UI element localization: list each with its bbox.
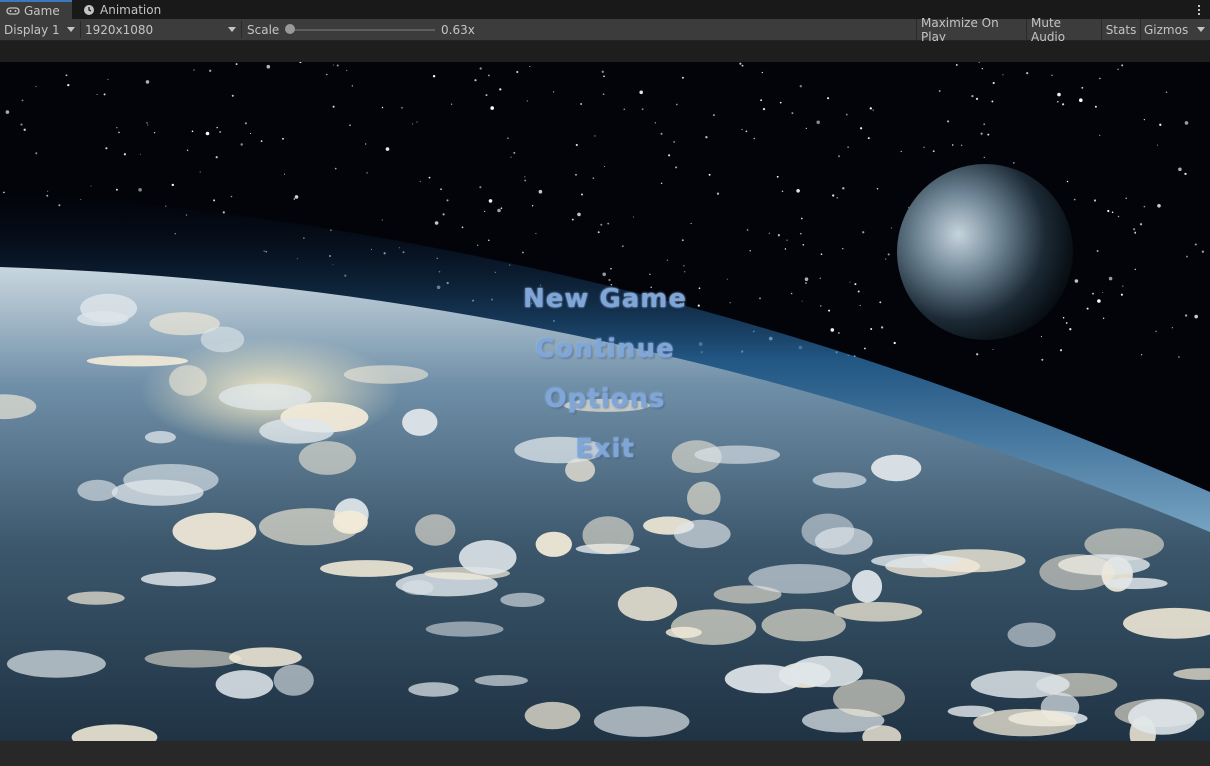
stats-button[interactable]: Stats (1101, 19, 1140, 40)
viewport-letterbox-bottom (0, 741, 1210, 766)
tab-label: Game (24, 3, 60, 18)
tab-label: Animation (100, 2, 162, 17)
resolution-value: 1920x1080 (85, 22, 154, 37)
chevron-down-icon (1197, 27, 1205, 32)
display-dropdown[interactable]: Display 1 (0, 19, 80, 40)
maximize-on-play-button[interactable]: Maximize On Play (916, 16, 1026, 44)
toolbar-divider (241, 21, 242, 38)
scale-value: 0.63x (441, 22, 475, 37)
gamepad-icon (6, 5, 20, 17)
clock-icon (82, 4, 96, 16)
mute-audio-button[interactable]: Mute Audio (1026, 16, 1101, 44)
gizmos-dropdown[interactable]: Gizmos (1140, 19, 1210, 40)
scale-label: Scale (247, 22, 280, 37)
new-game-button[interactable]: New Game (0, 284, 1210, 314)
game-view-toolbar: Display 1 1920x1080 Scale 0.63x Maximize… (0, 16, 1210, 44)
tab-bar: Game Animation (0, 0, 1210, 19)
gizmos-label: Gizmos (1144, 22, 1189, 37)
more-options-icon[interactable] (1194, 1, 1204, 18)
exit-button[interactable]: Exit (0, 434, 1210, 464)
scale-slider-track[interactable] (290, 29, 435, 31)
display-value: Display 1 (4, 22, 60, 37)
continue-button[interactable]: Continue (0, 334, 1210, 364)
tab-game[interactable]: Game (0, 0, 72, 19)
scale-slider-handle[interactable] (285, 24, 295, 34)
viewport-letterbox-top (0, 41, 1210, 62)
chevron-down-icon (67, 27, 75, 32)
options-button[interactable]: Options (0, 384, 1210, 414)
chevron-down-icon (228, 27, 236, 32)
tab-animation[interactable]: Animation (76, 0, 169, 19)
game-viewport[interactable]: New Game Continue Options Exit (0, 62, 1210, 741)
resolution-dropdown[interactable]: 1920x1080 (81, 19, 241, 40)
